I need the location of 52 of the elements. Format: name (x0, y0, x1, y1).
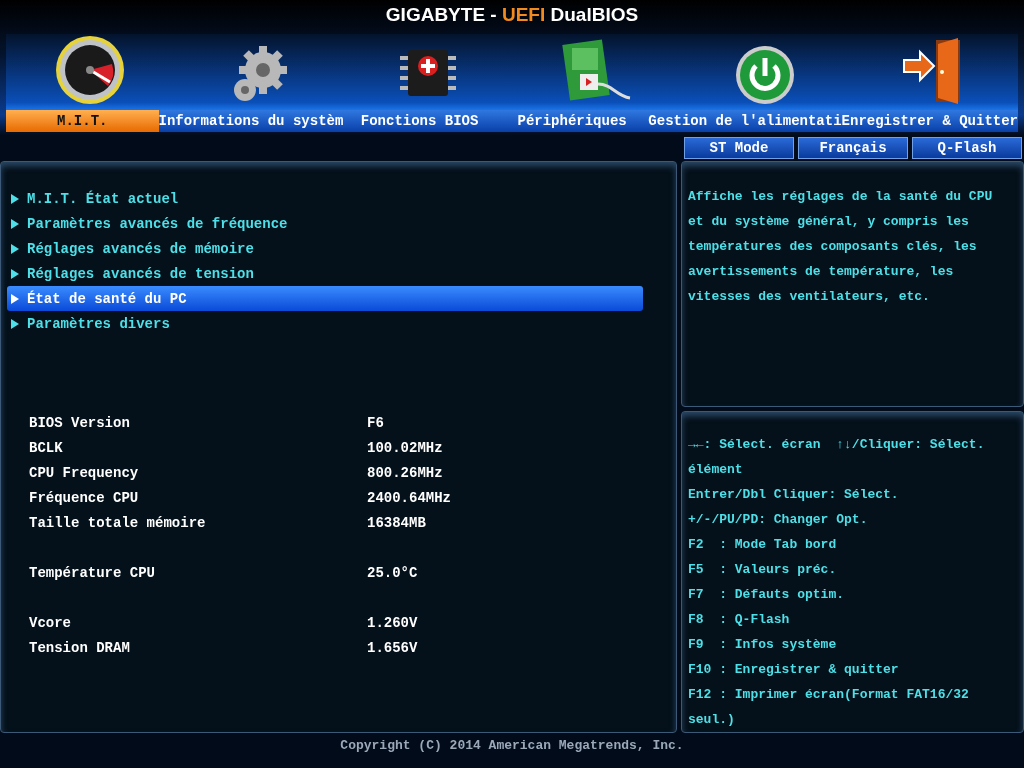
menu-tab[interactable]: Gestion de l'alimentati (648, 110, 842, 132)
help-text: F10 : Enregistrer & quitter (688, 661, 900, 679)
menu-item[interactable]: M.I.T. État actuel (7, 186, 643, 211)
bios-title: GIGABYTE - UEFI DualBIOS (384, 3, 640, 27)
menu-tab[interactable]: M.I.T. (6, 110, 159, 132)
copyright-text: Copyright (C) 2014 American Megatrends, Inc. (339, 737, 685, 755)
power-icon[interactable] (734, 44, 796, 106)
info-label: Température CPU (28, 564, 157, 583)
menu-tab[interactable]: Périphériques (495, 110, 649, 132)
help-text: F2 : Mode Tab bord (688, 536, 838, 554)
help-text: F12 : Imprimer écran(Format FAT16/32 seul.) (688, 686, 970, 729)
info-value: 2400.64MHz (367, 489, 451, 508)
arrow-icon (11, 318, 19, 329)
arrow-icon (11, 218, 19, 229)
menu-item[interactable]: Paramètres divers (7, 311, 643, 336)
info-value: 25.0°C (367, 564, 418, 583)
help-text: F8 : Q-Flash (688, 611, 791, 629)
mode-button[interactable]: Français (798, 137, 908, 159)
menu-item[interactable]: Réglages avancés de tension (7, 261, 643, 286)
arrow-icon (11, 293, 19, 304)
help-text: +/-/PU/PD: Changer Opt. (688, 511, 869, 529)
help-text: →←: Sélect. écran ↑↓/Cliquer: Sélect. élément (688, 436, 986, 479)
info-label: Taille totale mémoire (28, 514, 207, 533)
info-value: 1.260V (367, 614, 418, 633)
info-label: BCLK (28, 439, 64, 458)
mode-button[interactable]: ST Mode (684, 137, 794, 159)
info-label: BIOS Version (28, 414, 131, 433)
info-label: Fréquence CPU (28, 489, 140, 508)
info-value: 16384MB (367, 514, 426, 533)
help-text: F7 : Défauts optim. (688, 586, 846, 604)
gauge-icon[interactable] (54, 34, 127, 106)
help-text: F9 : Infos système (688, 636, 838, 654)
menu-tab[interactable]: Informations du systèm (158, 110, 344, 132)
info-value: 800.26MHz (367, 464, 443, 483)
info-label: Vcore (28, 614, 72, 633)
arrow-icon (11, 268, 19, 279)
arrow-icon (11, 193, 19, 204)
info-value: F6 (367, 414, 384, 433)
info-label: Tension DRAM (28, 639, 131, 658)
menu-item[interactable]: État de santé du PC (7, 286, 643, 311)
arrow-icon (11, 243, 19, 254)
info-value: 100.02MHz (367, 439, 443, 458)
menu-tab[interactable]: Enregistrer & Quitter (841, 110, 1018, 132)
help-text: F5 : Valeurs préc. (688, 561, 838, 579)
help-text: Entrer/Dbl Cliquer: Sélect. (688, 486, 900, 504)
info-label: CPU Frequency (28, 464, 140, 483)
menu-item[interactable]: Paramètres avancés de fréquence (7, 211, 643, 236)
menu-item[interactable]: Réglages avancés de mémoire (7, 236, 643, 261)
mode-button[interactable]: Q-Flash (912, 137, 1022, 159)
description-text: Affiche les réglages de la santé du CPU et du système général, y compris les températures des composants clés, les avertissements de température, les vitesses des ventilateurs, etc. (688, 188, 994, 306)
info-value: 1.656V (367, 639, 418, 658)
menu-tab[interactable]: Fonctions BIOS (343, 110, 496, 132)
